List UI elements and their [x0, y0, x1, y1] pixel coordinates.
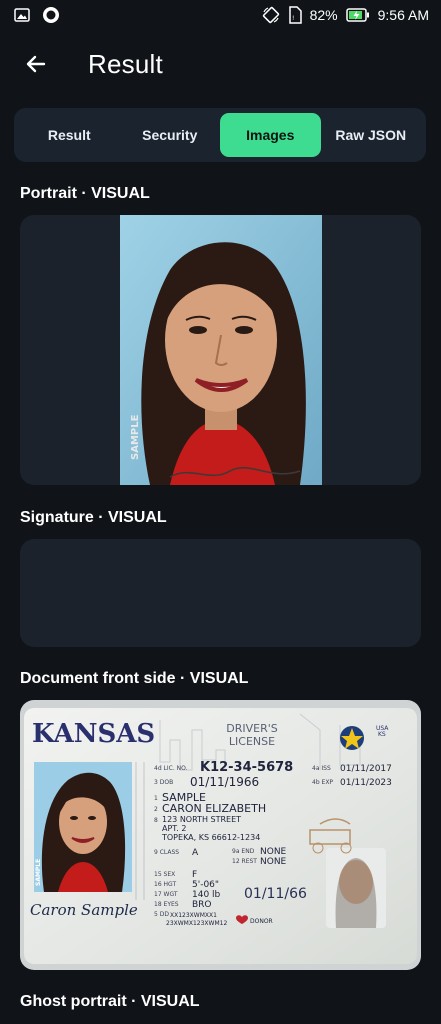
first-name: CARON ELIZABETH [162, 802, 266, 815]
sex-label: 15 SEX [154, 871, 175, 878]
wgt-label: 17 WGT [154, 891, 178, 898]
app-bar: Result [0, 36, 441, 92]
addr-line-2: APT. 2 [162, 824, 186, 833]
exp-label: 4b EXP [312, 779, 333, 786]
gallery-notification-icon [14, 8, 30, 22]
iss-label: 4a ISS [312, 765, 331, 772]
addr-line-1: 123 NORTH STREET [162, 815, 241, 824]
tab-security[interactable]: Security [120, 113, 221, 157]
end-value: NONE [260, 847, 287, 857]
status-bar: ! 82% 9:56 AM [0, 0, 441, 30]
portrait-watermark: SAMPLE [130, 414, 141, 460]
license-ks: KS [378, 731, 386, 738]
record-notification-icon [42, 6, 60, 24]
battery-charging-icon [345, 8, 370, 22]
ghost-portrait-section-label: Ghost portrait · VISUAL [20, 993, 200, 1010]
portrait-section-label: Portrait · VISUAL [20, 185, 150, 202]
license-signature: Caron Sample [30, 901, 138, 919]
tab-raw-json[interactable]: Raw JSON [321, 113, 422, 157]
end-label: 9a END [232, 848, 255, 855]
sex-value: F [192, 870, 197, 880]
dob-label: 3 DOB [154, 779, 173, 786]
wgt-value: 140 lb [192, 890, 221, 900]
page-title: Result [88, 48, 163, 79]
name-num-1: 1 [154, 795, 158, 802]
arrow-left-icon [26, 55, 46, 73]
tab-result[interactable]: Result [19, 113, 120, 157]
rest-label: 12 REST [232, 858, 257, 865]
tab-bar: Result Security Images Raw JSON [14, 108, 426, 162]
document-front-card: KANSAS DRIVER'S LICENSE USA KS SAMPLE Ca… [20, 700, 421, 970]
license-state: KANSAS [32, 719, 155, 749]
portrait-image: SAMPLE [120, 215, 322, 485]
exp-value: 01/11/2023 [340, 778, 392, 788]
eyes-value: BRO [192, 900, 212, 910]
document-front-image: KANSAS DRIVER'S LICENSE USA KS SAMPLE Ca… [20, 700, 421, 970]
signature-section-label: Signature · VISUAL [20, 509, 167, 526]
rest-value: NONE [260, 857, 287, 867]
license-type-line1: DRIVER'S [226, 722, 277, 735]
rotate-icon [262, 6, 280, 24]
clock: 9:56 AM [377, 7, 429, 23]
dob-value: 01/11/1966 [190, 775, 259, 789]
addr-num: 8 [154, 817, 158, 824]
signature-card [20, 539, 421, 647]
class-label: 9 CLASS [154, 849, 179, 856]
svg-text:!: ! [292, 15, 294, 22]
dd-label: 5 DD [154, 911, 169, 918]
ghost-date: 01/11/66 [244, 886, 307, 902]
eyes-label: 18 EYES [154, 901, 179, 908]
license-photo-watermark: SAMPLE [35, 859, 42, 886]
hgt-label: 16 HGT [154, 881, 176, 888]
hgt-value: 5'-06" [192, 880, 219, 890]
addr-line-3: TOPEKA, KS 66612-1234 [161, 833, 260, 842]
license-type-line2: LICENSE [229, 735, 275, 748]
dd-value-1: XX123XWMXX1 [170, 912, 217, 919]
dd-value-2: 23XWMX123XWM12 [166, 920, 227, 927]
class-value: A [192, 848, 199, 858]
lic-no-label: 4d LIC. NO. [154, 765, 188, 772]
iss-value: 01/11/2017 [340, 764, 392, 774]
back-button[interactable] [8, 36, 64, 92]
donor-label: DONOR [250, 918, 273, 925]
battery-percent: 82% [309, 7, 338, 23]
lic-no-value: K12-34-5678 [200, 760, 293, 775]
tab-images[interactable]: Images [220, 113, 321, 157]
sim-card-icon: ! [288, 6, 302, 24]
document-front-section-label: Document front side · VISUAL [20, 670, 249, 687]
name-num-2: 2 [154, 806, 158, 813]
portrait-card: SAMPLE [20, 215, 421, 485]
